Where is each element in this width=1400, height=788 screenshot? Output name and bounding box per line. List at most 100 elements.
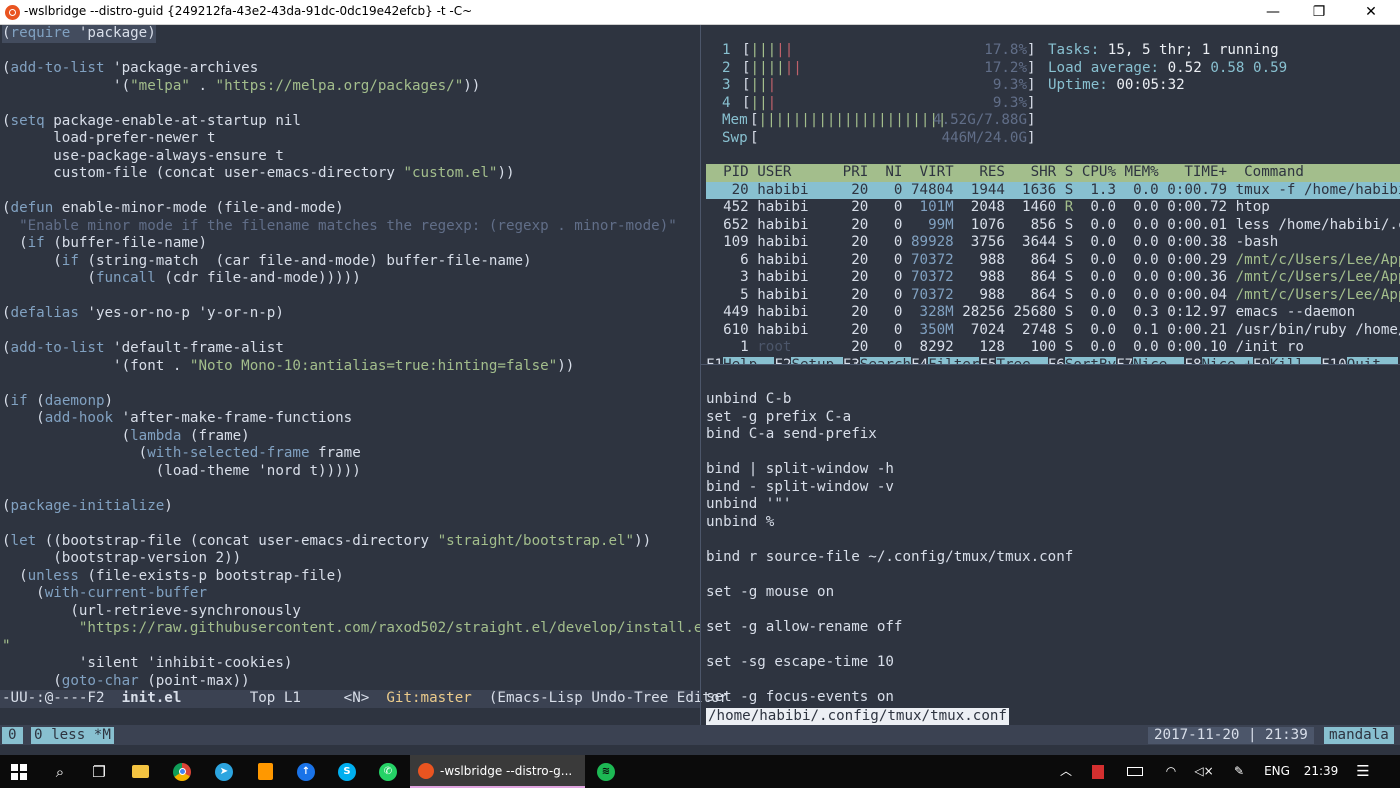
tray-overflow-icon[interactable]: ︿ (1055, 755, 1077, 788)
language-indicator[interactable]: ENG (1260, 755, 1294, 788)
process-row[interactable]: 1 root 20 0 8292 128 100 S 0.0 0.0 0:00.… (706, 339, 1400, 357)
uptime-label: Uptime: (1048, 77, 1117, 93)
process-row[interactable]: 20 habibi 20 0 74804 1944 1636 S 1.3 0.0… (706, 181, 1400, 199)
chrome-icon[interactable] (162, 755, 202, 788)
emacs-line: '("melpa" . "https://melpa.org/packages/… (2, 77, 481, 94)
window-titlebar[interactable]: -wslbridge --distro-guid {249212fa-43e2-… (0, 0, 1400, 25)
fkey-f3[interactable]: F3 (843, 357, 860, 364)
close-button[interactable]: ✕ (1342, 0, 1400, 25)
taskbar-clock[interactable]: 21:39 (1300, 755, 1342, 788)
modeline-filename: init.el (121, 690, 182, 706)
load-1: 0.52 (1167, 59, 1202, 76)
emacs-line: use-package-always-ensure t (2, 147, 284, 164)
fkey-f1[interactable]: F1 (706, 357, 723, 364)
app-icon-blue-circle[interactable]: ↑ (286, 755, 326, 788)
tmux-session-index[interactable]: 0 (2, 727, 23, 744)
emacs-line: custom-file (concat user-emacs-directory… (2, 165, 515, 181)
fkey-label[interactable]: Filter (928, 357, 980, 364)
fkey-label[interactable]: Nice - (1133, 357, 1185, 364)
tmuxconf-line: unbind '"' (706, 496, 792, 512)
battery-icon[interactable] (1124, 755, 1146, 788)
tmux-datetime: 2017-11-20 | 21:39 (1148, 727, 1314, 744)
pane-separator-horizontal[interactable] (701, 364, 1400, 365)
fkey-f6[interactable]: F6 (1048, 357, 1065, 364)
tasks-label: Tasks: (1048, 42, 1108, 58)
fkey-label[interactable]: Tree (996, 357, 1048, 364)
emacs-line: (if (string-match (car file-and-mode) bu… (2, 252, 532, 269)
pane-separator-vertical[interactable] (700, 25, 701, 725)
emacs-line: (if (daemonp) (2, 392, 114, 409)
fkey-label[interactable]: Search (859, 357, 912, 364)
volume-muted-icon[interactable]: ◁× (1193, 755, 1215, 788)
fkey-label[interactable]: Kill (1269, 357, 1322, 364)
ubuntu-icon (418, 762, 434, 779)
process-row[interactable]: 652 habibi 20 0 99M 1076 856 S 0.0 0.0 0… (706, 217, 1400, 235)
maximize-button[interactable]: ❐ (1296, 0, 1342, 25)
tmuxconf-line: set -g mouse on (706, 583, 835, 600)
fkey-f2[interactable]: F2 (774, 357, 791, 364)
emacs-line: " (2, 637, 11, 654)
file-explorer-icon[interactable] (120, 755, 160, 788)
process-row[interactable]: 6 habibi 20 0 70372 988 864 S 0.0 0.0 0:… (706, 252, 1400, 270)
htop-function-keys[interactable]: F1Help F2Setup F3SearchF4FilterF5Tree F6… (706, 357, 1400, 364)
skype-icon[interactable]: S (327, 755, 367, 788)
emacs-line: '(font . "Noto Mono-10:antialias=true:hi… (2, 357, 575, 374)
emacs-line: (add-hook 'after-make-frame-functions (2, 410, 353, 426)
tmuxconf-line: set -g prefix C-a (706, 408, 852, 425)
emacs-line: (setq package-enable-at-startup nil (2, 112, 301, 129)
telegram-icon[interactable]: ➤ (204, 755, 244, 788)
tmux-status-bar: 0 0 less *M 2017-11-20 | 21:39 mandala (0, 725, 1400, 745)
fkey-f4[interactable]: F4 (911, 357, 928, 364)
spotify-icon[interactable]: ≋ (586, 755, 626, 788)
taskbar-terminal-window[interactable]: -wslbridge --distro-g... (410, 755, 585, 788)
tmux-window-less[interactable]: 0 less *M (31, 727, 114, 744)
minimize-button[interactable]: — (1250, 0, 1296, 25)
modeline-git-branch: Git:master (386, 690, 472, 706)
fkey-f7[interactable]: F7 (1116, 357, 1133, 364)
pen-icon[interactable]: ✎ (1228, 755, 1250, 788)
emacs-line: (unless (file-exists-p bootstrap-file) (2, 567, 344, 584)
fkey-f9[interactable]: F9 (1253, 357, 1270, 364)
htop-process-header[interactable]: PID USER PRI NI VIRT RES SHR S CPU% MEM%… (706, 164, 1400, 182)
htop-meter-swp: Swp[446M/24.0G] (722, 129, 1036, 146)
whatsapp-icon[interactable]: ✆ (368, 755, 408, 788)
search-icon[interactable]: ⌕ (40, 755, 80, 788)
tmuxconf-line: bind - split-window -v (706, 478, 894, 495)
task-view-icon[interactable]: ❐ (79, 755, 119, 788)
fkey-f5[interactable]: F5 (979, 357, 996, 364)
process-row[interactable]: 109 habibi 20 0 89928 3756 3644 S 0.0 0.… (706, 234, 1400, 252)
emacs-line: 'silent 'inhibit-cookies) (2, 655, 293, 671)
process-row[interactable]: 452 habibi 20 0 101M 2048 1460 R 0.0 0.0… (706, 199, 1400, 217)
sublime-text-icon[interactable] (245, 755, 285, 788)
emacs-pane[interactable]: (require 'package) (add-to-list 'package-… (0, 25, 700, 690)
emacs-line: (load-theme 'nord t))))) (2, 462, 361, 479)
tmuxconf-line: set -g allow-rename off (706, 618, 903, 635)
htop-meter-3: 3 [||| 9.3%] (722, 77, 1036, 93)
process-row[interactable]: 3 habibi 20 0 70372 988 864 S 0.0 0.0 0:… (706, 269, 1400, 287)
start-button[interactable] (0, 755, 38, 788)
emacs-line: (url-retrieve-synchronously (2, 602, 301, 619)
terminal-area[interactable]: (require 'package) (add-to-list 'package-… (0, 25, 1400, 755)
wifi-icon[interactable]: ◠ (1160, 755, 1182, 788)
emacs-line: (add-to-list 'package-archives (2, 60, 259, 76)
process-row[interactable]: 5 habibi 20 0 70372 988 864 S 0.0 0.0 0:… (706, 287, 1400, 305)
fkey-label[interactable]: Help (723, 357, 775, 364)
fkey-f10[interactable]: F10 (1321, 357, 1347, 364)
notification-center-icon[interactable]: ☰ (1350, 755, 1376, 788)
tmuxconf-line: set -sg escape-time 10 (706, 653, 894, 670)
fkey-label[interactable]: SortBy (1064, 357, 1117, 364)
less-status-filename: /home/habibi/.config/tmux/tmux.conf (706, 708, 1009, 726)
process-row[interactable]: 449 habibi 20 0 328M 28256 25680 S 0.0 0… (706, 304, 1400, 322)
emacs-line: (add-to-list 'default-frame-alist (2, 340, 284, 356)
fkey-label[interactable]: Setup (791, 357, 843, 364)
fkey-label[interactable]: Nice + (1201, 357, 1253, 364)
htop-pane[interactable]: 1 [||||| 17.8%] 2 [|||||| 17.2%] 3 [||| 9.3%] 4 [|… (706, 25, 1400, 364)
fkey-label[interactable]: Quit (1346, 357, 1398, 364)
process-row[interactable]: 610 habibi 20 0 350M 7024 2748 S 0.0 0.1… (706, 322, 1400, 340)
load-15: 0.59 (1253, 59, 1288, 76)
modeline-position: Top L1 <N> (181, 690, 387, 706)
less-pane[interactable]: unbind C-b set -g prefix C-a bind C-a send… (706, 391, 1400, 711)
fkey-f8[interactable]: F8 (1184, 357, 1201, 364)
tray-app-icon[interactable] (1087, 755, 1109, 788)
tmuxconf-line: set -g focus-events on (706, 688, 894, 705)
